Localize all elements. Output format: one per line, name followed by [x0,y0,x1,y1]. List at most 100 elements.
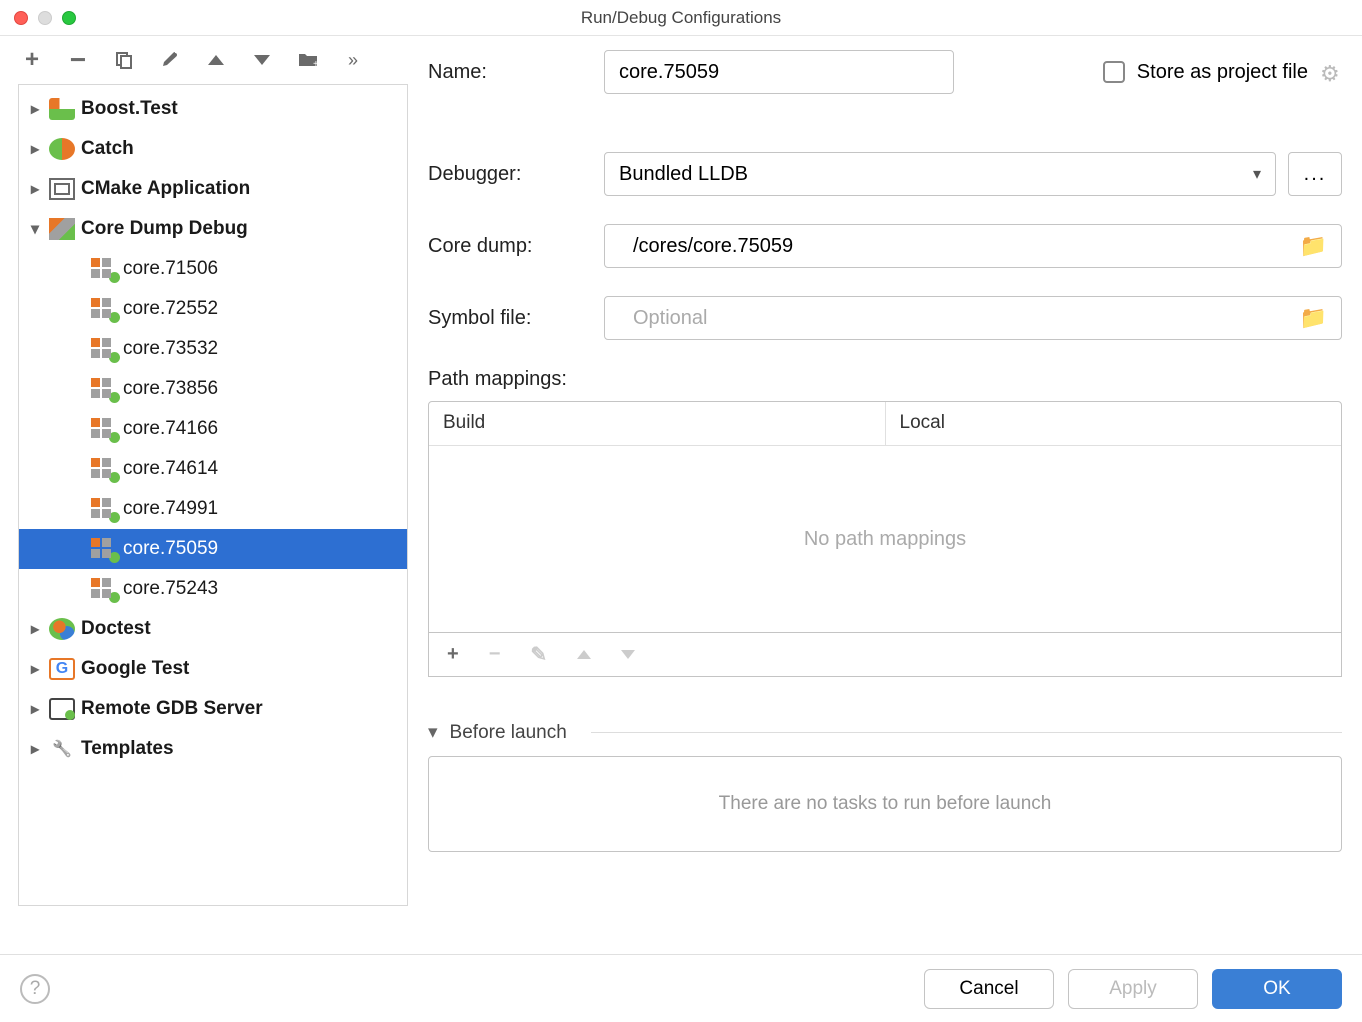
tree-group-templates[interactable]: Templates [19,729,407,769]
tree-item[interactable]: core.74614 [19,449,407,489]
move-up-icon[interactable] [206,50,226,70]
chevron-icon[interactable] [21,739,49,759]
core-dump-icon [91,378,117,400]
tree-group-google-test[interactable]: Google Test [19,649,407,689]
move-down-icon[interactable] [252,50,272,70]
cmake-icon [49,178,75,200]
help-icon[interactable]: ? [20,974,50,1004]
chevron-icon[interactable] [21,139,49,159]
path-mappings-toolbar: + − ✎ [428,633,1342,677]
dump-icon [49,218,75,240]
path-mappings-empty: No path mappings [429,446,1341,632]
browse-icon[interactable]: 📁 [1300,305,1327,331]
remove-mapping-icon[interactable]: − [489,643,501,666]
debugger-label: Debugger: [428,163,604,186]
debugger-select[interactable]: Bundled LLDB ▾ [604,152,1276,196]
mapping-up-icon[interactable] [577,650,591,659]
sidebar: + − + » Boost.Test Catch CMake Application… [0,36,408,954]
tree-item[interactable]: core.75243 [19,569,407,609]
apply-button[interactable]: Apply [1068,969,1198,1009]
dialog-footer: ? Cancel Apply OK [0,954,1362,1022]
tree-item-label: core.75243 [123,578,218,600]
core-dump-icon [91,458,117,480]
core-dump-icon [91,578,117,600]
coredump-field[interactable]: 📁 [604,224,1342,268]
tree-item-label: core.73856 [123,378,218,400]
tree-item-label: core.74614 [123,458,218,480]
column-build[interactable]: Build [429,402,886,445]
gear-icon[interactable] [1320,61,1342,83]
tree-group-label: CMake Application [81,178,250,200]
tree-group-remote-gdb-server[interactable]: Remote GDB Server [19,689,407,729]
gtest-icon [49,658,75,680]
tree-group-catch[interactable]: Catch [19,129,407,169]
edit-templates-icon[interactable] [160,50,180,70]
copy-config-icon[interactable] [114,50,134,70]
tree-group-core-dump-debug[interactable]: Core Dump Debug [19,209,407,249]
before-launch-label: Before launch [450,722,567,744]
core-dump-icon [91,338,117,360]
core-dump-icon [91,298,117,320]
tree-group-label: Catch [81,138,134,160]
gdb-icon [49,698,75,720]
tree-item-label: core.75059 [123,538,218,560]
svg-text:+: + [313,59,318,69]
tree-group-boost-test[interactable]: Boost.Test [19,89,407,129]
name-input[interactable] [604,50,954,94]
tree-item-label: core.73532 [123,338,218,360]
main-panel: Name: Store as project file Debugger: Bu… [408,36,1362,954]
before-launch-section: ▾ Before launch There are no tasks to ru… [428,721,1342,852]
tree-item[interactable]: core.75059 [19,529,407,569]
tree-item[interactable]: core.74991 [19,489,407,529]
tree-group-doctest[interactable]: Doctest [19,609,407,649]
symbolfile-field[interactable]: 📁 [604,296,1342,340]
chevron-icon[interactable] [21,99,49,119]
tree-group-label: Boost.Test [81,98,178,120]
doctest-icon [49,618,75,640]
chevron-icon[interactable] [21,699,49,719]
tree-item-label: core.71506 [123,258,218,280]
mapping-down-icon[interactable] [621,650,635,659]
ok-button[interactable]: OK [1212,969,1342,1009]
store-as-project-label: Store as project file [1137,61,1308,84]
folder-icon[interactable]: + [298,50,318,70]
coredump-input[interactable] [619,224,1300,268]
tree-item-label: core.72552 [123,298,218,320]
tree-group-label: Google Test [81,658,189,680]
tree-item[interactable]: core.71506 [19,249,407,289]
core-dump-icon [91,498,117,520]
tree-item[interactable]: core.74166 [19,409,407,449]
titlebar: Run/Debug Configurations [0,0,1362,36]
tree-group-label: Templates [81,738,174,760]
core-dump-icon [91,538,117,560]
debugger-more-button[interactable]: ... [1288,152,1342,196]
browse-icon[interactable]: 📁 [1300,233,1327,259]
symbolfile-input[interactable] [619,296,1300,340]
store-as-project-checkbox[interactable] [1103,61,1125,83]
debugger-value: Bundled LLDB [619,163,748,186]
column-local[interactable]: Local [886,402,1342,445]
tree-item[interactable]: core.72552 [19,289,407,329]
chevron-icon[interactable] [21,219,49,239]
add-config-icon[interactable]: + [22,50,42,70]
symbolfile-label: Symbol file: [428,307,604,330]
cancel-button[interactable]: Cancel [924,969,1054,1009]
catch-icon [49,138,75,160]
before-launch-empty: There are no tasks to run before launch [428,756,1342,852]
edit-mapping-icon[interactable]: ✎ [530,642,547,667]
more-icon[interactable]: » [344,50,364,70]
add-mapping-icon[interactable]: + [447,643,459,666]
chevron-icon[interactable] [21,619,49,639]
name-label: Name: [428,61,604,84]
boost-icon [49,98,75,120]
tree-group-label: Core Dump Debug [81,218,248,240]
tree-item[interactable]: core.73856 [19,369,407,409]
chevron-icon[interactable] [21,659,49,679]
remove-config-icon[interactable]: − [68,50,88,70]
expand-icon[interactable]: ▾ [428,721,438,744]
tree-item[interactable]: core.73532 [19,329,407,369]
wrench-icon [49,738,75,760]
tree-group-cmake-application[interactable]: CMake Application [19,169,407,209]
chevron-icon[interactable] [21,179,49,199]
config-tree: Boost.Test Catch CMake Application Core Dum… [18,84,408,906]
